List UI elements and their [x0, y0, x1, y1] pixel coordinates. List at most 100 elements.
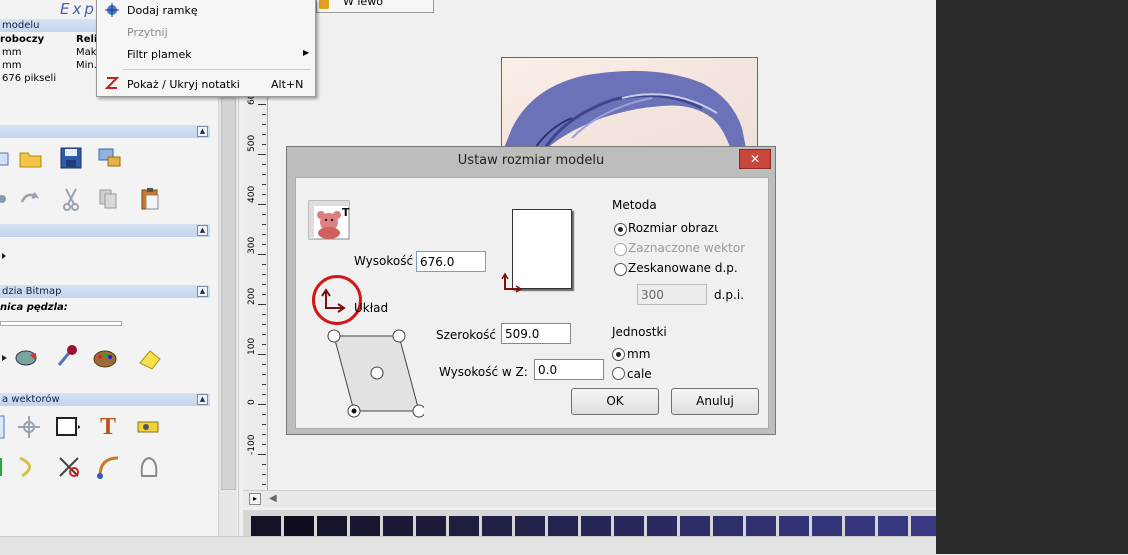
palette-swatch[interactable]	[251, 516, 281, 536]
option-mm[interactable]: mm	[627, 347, 650, 361]
menu-item-crop[interactable]: Przytnij	[127, 26, 168, 39]
palette-swatch[interactable]	[284, 516, 314, 536]
notes-shortcut: Alt+N	[271, 78, 304, 91]
ruler-tick	[258, 454, 266, 455]
palette-swatch[interactable]	[449, 516, 479, 536]
cut-icon[interactable]	[58, 186, 84, 212]
palette-swatch[interactable]	[482, 516, 512, 536]
shape-tool-icon[interactable]	[136, 454, 162, 480]
radio-scanned-dpi[interactable]	[614, 263, 627, 276]
layout-preview[interactable]	[324, 326, 426, 424]
dpi-input[interactable]: 300	[637, 284, 707, 305]
ruler-tick	[262, 414, 266, 415]
palette-swatch[interactable]	[680, 516, 710, 536]
collapse-arrow-icon[interactable]: ▲	[197, 225, 208, 236]
ruler-label: 500	[247, 134, 257, 152]
ruler-tick	[262, 424, 266, 425]
palette-swatch[interactable]	[515, 516, 545, 536]
file-toolbar-header[interactable]: ▲	[0, 125, 210, 138]
ruler-tick	[262, 144, 266, 145]
tool-partial-icon[interactable]	[0, 243, 16, 269]
option-scanned-dpi[interactable]: Zeskanowane d.p.	[628, 261, 738, 275]
radio-mm[interactable]	[612, 348, 625, 361]
paint-bucket-icon[interactable]	[14, 345, 40, 371]
redo-icon[interactable]	[18, 186, 44, 212]
undo-icon[interactable]	[0, 186, 20, 212]
collapse-arrow-icon[interactable]: ▲	[197, 126, 208, 137]
brush-size-slider[interactable]	[0, 321, 122, 326]
vectors-section-header[interactable]: a wektorów ▲	[0, 393, 210, 406]
collapse-arrow-icon[interactable]: ▲	[197, 286, 208, 297]
palette-swatch[interactable]	[581, 516, 611, 536]
palette-swatch[interactable]	[746, 516, 776, 536]
measure-tool-icon[interactable]	[136, 414, 162, 440]
print-setup-icon[interactable]	[96, 145, 122, 171]
ruler-tick	[258, 254, 266, 255]
horizontal-scrollbar[interactable]: ▸ ◀	[243, 490, 936, 507]
node-tool-icon[interactable]	[0, 454, 16, 480]
submenu-item-left[interactable]: W lewo	[343, 0, 383, 8]
palette-swatch[interactable]	[350, 516, 380, 536]
width-label: Szerokość	[436, 328, 497, 342]
option-inches[interactable]: cale	[627, 367, 652, 381]
move-tool-icon[interactable]	[16, 414, 42, 440]
palette-swatch[interactable]	[779, 516, 809, 536]
ruler-tick	[262, 484, 266, 485]
palette-swatch[interactable]	[416, 516, 446, 536]
add-frame-icon	[105, 3, 119, 20]
open-folder-icon[interactable]	[18, 145, 44, 171]
axis-origin-icon[interactable]	[320, 288, 348, 317]
text-tool-icon[interactable]: T	[96, 412, 122, 440]
ok-button[interactable]: OK	[571, 388, 659, 415]
bitmap-section-header[interactable]: dzia Bitmap ▲	[0, 285, 210, 298]
arc-tool-icon[interactable]	[16, 454, 42, 480]
palette-swatch[interactable]	[614, 516, 644, 536]
rectangle-tool-icon[interactable]	[54, 414, 81, 440]
option-image-size[interactable]: Rozmiar obrazu	[628, 221, 718, 235]
palette-swatch[interactable]	[878, 516, 908, 536]
radio-inches[interactable]	[612, 367, 625, 380]
curve-tool-icon[interactable]	[96, 454, 122, 480]
palette-swatch[interactable]	[383, 516, 413, 536]
radio-image-size[interactable]	[614, 223, 627, 236]
menu-item-toggle-notes[interactable]: Pokaż / Ukryj notatki	[127, 78, 240, 91]
section-header-3[interactable]: ▲	[0, 224, 210, 237]
option-selected-vectors[interactable]: Zaznaczone wektor	[628, 241, 745, 255]
ruler-tick	[262, 184, 266, 185]
method-label: Metoda	[612, 198, 657, 212]
ruler-tick	[262, 434, 266, 435]
cancel-button[interactable]: Anuluj	[671, 388, 759, 415]
radio-selected-vectors[interactable]	[614, 243, 627, 256]
menu-item-speckle-filter[interactable]: Filtr plamek	[127, 48, 192, 61]
ruler-tick	[262, 314, 266, 315]
palette-swatch[interactable]	[845, 516, 875, 536]
palette-swatch[interactable]	[548, 516, 578, 536]
new-file-icon[interactable]	[0, 145, 20, 171]
height-input[interactable]: 676.0	[416, 251, 486, 272]
z-height-input[interactable]: 0.0	[534, 359, 604, 380]
width-input[interactable]: 509.0	[501, 323, 571, 344]
ruler-tick	[258, 104, 266, 105]
palette-swatch[interactable]	[713, 516, 743, 536]
save-icon[interactable]	[58, 145, 84, 171]
split-tool-icon[interactable]	[56, 454, 82, 480]
units-label: Jednostki	[612, 325, 667, 339]
ruler-tick	[258, 154, 266, 155]
scroll-left-icon[interactable]: ◀	[269, 493, 277, 504]
copy-icon[interactable]	[96, 186, 122, 212]
palette-swatch[interactable]	[812, 516, 842, 536]
layout-label: Układ	[354, 301, 389, 315]
paste-icon[interactable]	[138, 186, 164, 212]
context-menu: Dodaj ramkę Przytnij Filtr plamek ▶ Poka…	[96, 0, 316, 97]
palette-icon[interactable]	[92, 345, 118, 371]
ruler-toggle-icon[interactable]: ▸	[249, 493, 261, 505]
collapse-arrow-icon[interactable]: ▲	[197, 394, 208, 405]
ruler-tick	[262, 214, 266, 215]
submenu-fragment[interactable]: W lewo	[316, 0, 434, 13]
palette-swatch[interactable]	[647, 516, 677, 536]
color-picker-icon[interactable]	[54, 343, 80, 369]
palette-swatch[interactable]	[317, 516, 347, 536]
close-button[interactable]: ✕	[739, 149, 771, 169]
eraser-icon[interactable]	[136, 345, 162, 371]
menu-item-add-frame[interactable]: Dodaj ramkę	[127, 4, 198, 17]
